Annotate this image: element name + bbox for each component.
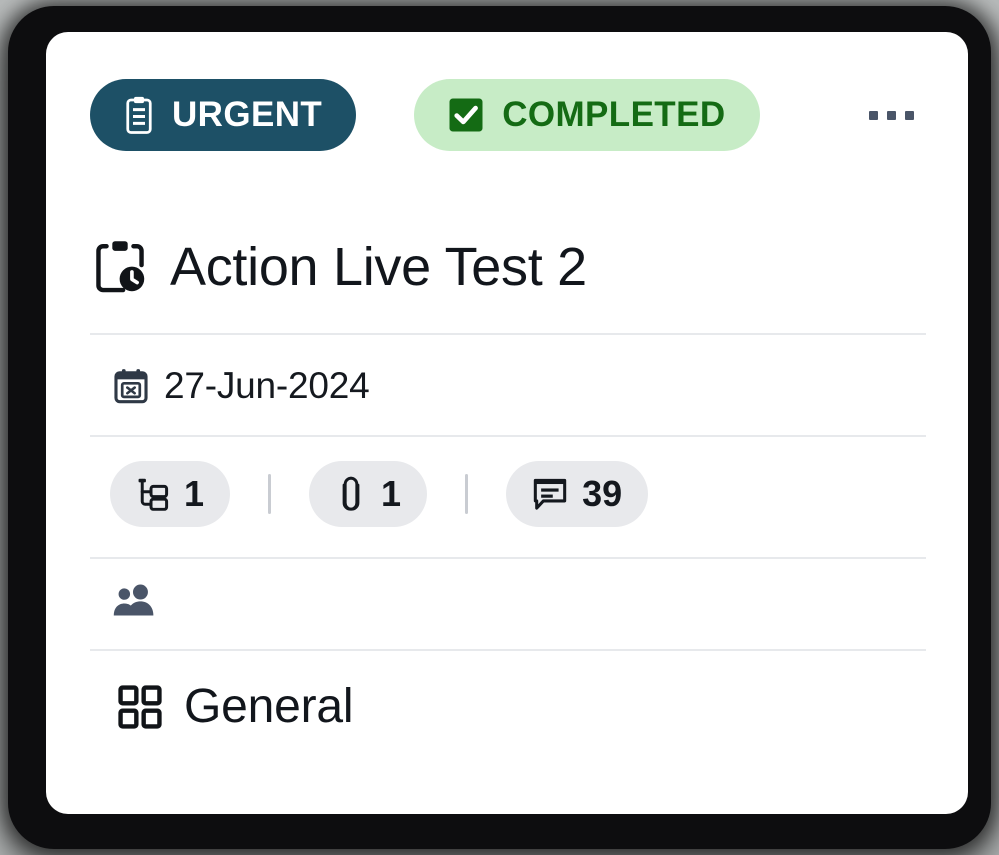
divider-2 xyxy=(90,435,926,437)
paperclip-icon xyxy=(335,476,367,512)
card-outer-frame: URGENT COMPLETED Action Live Test 2 27-J… xyxy=(8,6,991,849)
ellipsis-dot-2 xyxy=(887,110,896,120)
attachments-chip[interactable]: 1 xyxy=(309,461,428,527)
attachments-count: 1 xyxy=(381,473,402,514)
divider-4 xyxy=(90,649,926,651)
chip-separator-1 xyxy=(268,474,272,514)
status-badge-urgent-label: URGENT xyxy=(172,95,323,134)
comments-count: 39 xyxy=(582,473,623,514)
assignees-row[interactable] xyxy=(112,580,156,628)
page-title: Action Live Test 2 xyxy=(170,237,587,297)
title-row[interactable]: Action Live Test 2 xyxy=(92,217,928,317)
category-label: General xyxy=(184,680,354,733)
category-row[interactable]: General xyxy=(118,670,354,744)
status-badge-urgent[interactable]: URGENT xyxy=(90,79,357,151)
subtasks-chip[interactable]: 1 xyxy=(110,461,231,527)
divider-3 xyxy=(90,557,926,559)
status-badge-completed-label: COMPLETED xyxy=(502,95,726,134)
overflow-menu-button[interactable] xyxy=(855,95,928,136)
task-card[interactable]: URGENT COMPLETED Action Live Test 2 27-J… xyxy=(46,32,968,814)
subtask-tree-icon xyxy=(136,477,170,511)
chip-separator-2 xyxy=(465,474,469,514)
divider-1 xyxy=(90,333,926,335)
calendar-x-icon xyxy=(114,368,148,404)
comments-chip[interactable]: 39 xyxy=(506,461,649,527)
people-group-icon xyxy=(112,584,156,625)
badge-row: URGENT COMPLETED xyxy=(90,79,928,151)
ellipsis-horizontal-icon xyxy=(869,110,878,120)
clipboard-list-icon xyxy=(124,96,154,134)
subtasks-count: 1 xyxy=(184,473,205,514)
clipboard-clock-icon xyxy=(92,240,148,294)
stats-row: 1 1 39 xyxy=(110,458,649,530)
ellipsis-dot-3 xyxy=(905,110,914,120)
comment-lines-icon xyxy=(532,477,568,511)
checkbox-checked-icon xyxy=(448,97,484,133)
grid-four-squares-icon xyxy=(118,685,162,729)
due-date-value: 27-Jun-2024 xyxy=(164,365,370,406)
due-date-row[interactable]: 27-Jun-2024 xyxy=(114,362,370,410)
status-badge-completed[interactable]: COMPLETED xyxy=(414,79,760,151)
